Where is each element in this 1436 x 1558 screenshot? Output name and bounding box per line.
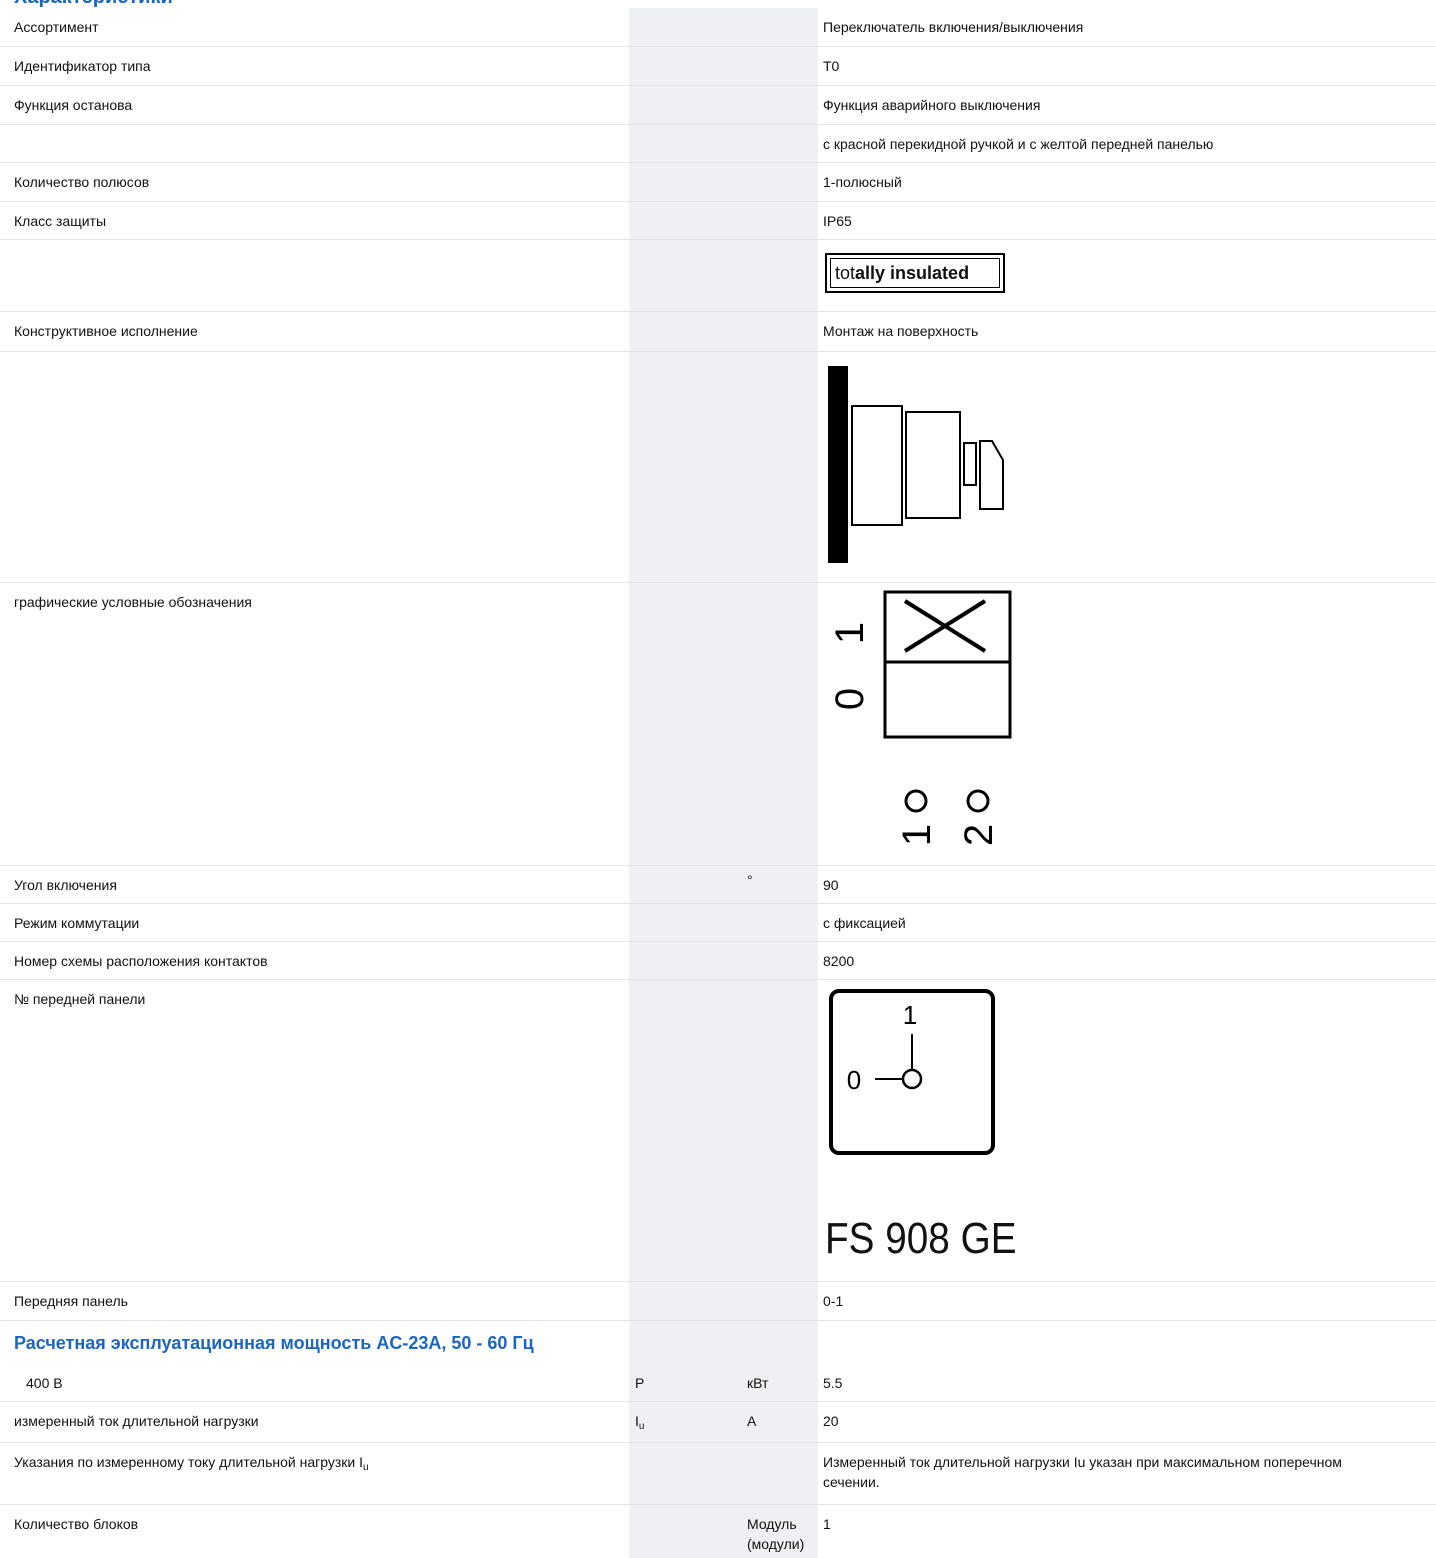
row-label: Количество полюсов: [14, 174, 150, 190]
row-unit: °: [747, 872, 753, 888]
totally-insulated-badge: totally insulated: [825, 253, 1005, 293]
table-row-front-plate: Передняя панель 0-1: [0, 1282, 1436, 1321]
dial-label-0: 0: [847, 1065, 861, 1095]
row-value: 1: [823, 1516, 831, 1532]
switch-symbol-diagram: 1 0 1 2: [828, 590, 1012, 846]
table-row-type-id: Идентификатор типа T0: [0, 47, 1436, 86]
row-label: Указания по измеренному току длительной …: [14, 1452, 614, 1473]
table-row-graphic-symbols: графические условные обозначения 1 0 1 2: [0, 583, 1436, 866]
badge-text-part: ally: [855, 263, 891, 283]
table-row-power-400v: 400 В P кВт 5.5: [0, 1364, 1436, 1402]
table-row-current-note: Указания по измеренному току длительной …: [0, 1443, 1436, 1505]
row-label: измеренный ток длительной нагрузки: [14, 1413, 259, 1429]
table-row-rated-current: измеренный ток длительной нагрузки Iu A …: [0, 1402, 1436, 1443]
row-value: с красной перекидной ручкой и с желтой п…: [823, 136, 1214, 152]
row-label: Идентификатор типа: [14, 58, 151, 74]
row-unit: A: [747, 1413, 757, 1429]
row-unit: кВт: [747, 1375, 769, 1391]
row-value: 90: [823, 877, 839, 893]
section-title: Расчетная эксплуатационная мощность AC-2…: [14, 1333, 534, 1353]
surface-mount-drawing: [828, 366, 1004, 563]
row-value: 0-1: [823, 1293, 844, 1309]
row-label: Конструктивное исполнение: [14, 323, 198, 339]
row-label: 400 В: [26, 1375, 63, 1391]
row-value: Измеренный ток длительной нагрузки Iu ук…: [823, 1454, 1342, 1490]
row-value: с фиксацией: [823, 915, 906, 931]
front-plate-code: FS 908 GE: [825, 1214, 1017, 1263]
section-heading-text: Характеристики: [14, 0, 173, 8]
row-label: Передняя панель: [14, 1293, 128, 1309]
row-value: Функция аварийного выключения: [823, 97, 1041, 113]
badge-text-part: tot: [835, 263, 856, 283]
badge-text-part: insulated: [890, 263, 970, 283]
contact-label-1: 1: [895, 824, 939, 846]
table-row-assortment: Ассортимент Переключатель включения/выкл…: [0, 8, 1436, 47]
table-row-blocks: Количество блоков Модуль (модули) 1: [0, 1505, 1436, 1558]
table-row-switch-angle: Угол включения ° 90: [0, 866, 1436, 904]
table-row-stop-function: Функция останова Функция аварийного выкл…: [0, 86, 1436, 125]
row-value: 8200: [823, 953, 855, 969]
position-label-1: 1: [828, 622, 872, 644]
table-row-insulation-badge: totally insulated: [0, 240, 1436, 312]
contact-label-2: 2: [957, 824, 1001, 846]
row-label: Номер схемы расположения контактов: [14, 953, 268, 969]
unit-line: (модули): [747, 1536, 805, 1552]
row-symbol: P: [635, 1375, 645, 1391]
row-value: Переключатель включения/выключения: [823, 19, 1084, 35]
row-label: Количество блоков: [14, 1516, 139, 1532]
row-label: Режим коммутации: [14, 915, 140, 931]
dial-label-1: 1: [903, 1000, 917, 1030]
table-row-front-plate-no: № передней панели 1 0 FS 908 GE: [0, 980, 1436, 1282]
row-label: Функция останова: [14, 97, 133, 113]
section-heading-partial: Характеристики: [0, 0, 1436, 8]
row-label: Класс защиты: [14, 213, 107, 229]
row-value: IP65: [823, 213, 852, 229]
row-label: графические условные обозначения: [14, 594, 252, 610]
table-row-poles: Количество полюсов 1-полюсный: [0, 163, 1436, 202]
table-row-stop-function-note: с красной перекидной ручкой и с желтой п…: [0, 125, 1436, 163]
row-label: Ассортимент: [14, 19, 99, 35]
table-row-mount-drawing: [0, 352, 1436, 583]
row-value: T0: [823, 58, 840, 74]
table-row-protection: Класс защиты IP65: [0, 202, 1436, 240]
unit-line: Модуль: [747, 1516, 797, 1532]
table-row-switch-mode: Режим коммутации с фиксацией: [0, 904, 1436, 942]
label-main: Указания по измеренному току длительной …: [14, 1454, 363, 1470]
row-value: 20: [823, 1413, 839, 1429]
symbol-subscript: u: [638, 1421, 645, 1432]
table-row-design: Конструктивное исполнение Монтаж на пове…: [0, 312, 1436, 352]
position-label-0: 0: [828, 688, 872, 710]
section-row-power: Расчетная эксплуатационная мощность AC-2…: [0, 1321, 1436, 1364]
row-unit: Модуль (модули): [747, 1514, 817, 1554]
label-subscript: u: [363, 1462, 369, 1473]
table-row-contact-scheme: Номер схемы расположения контактов 8200: [0, 942, 1436, 980]
row-label: Угол включения: [14, 877, 117, 893]
row-label: № передней панели: [14, 991, 146, 1007]
front-plate-dial-drawing: 1 0: [829, 989, 995, 1155]
row-value: 1-полюсный: [823, 174, 902, 190]
row-value: Монтаж на поверхность: [823, 323, 979, 339]
row-value: 5.5: [823, 1375, 843, 1391]
row-symbol: Iu: [635, 1411, 735, 1432]
